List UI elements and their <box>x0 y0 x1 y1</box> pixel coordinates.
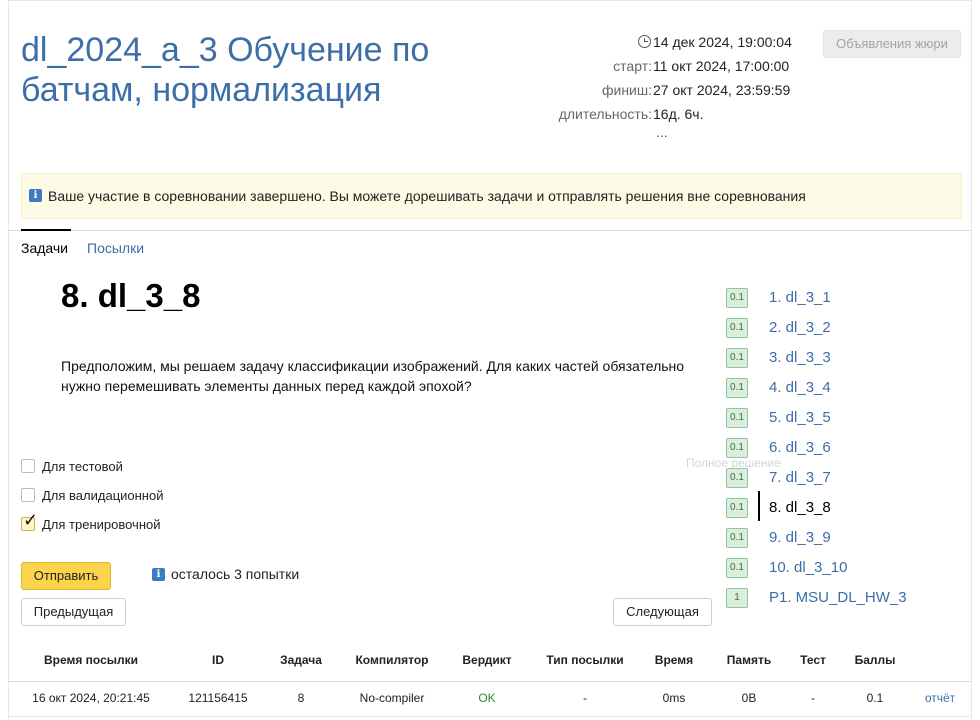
clock-icon <box>638 35 651 48</box>
submission-id: 121156415 <box>188 691 248 705</box>
checkbox-validation[interactable] <box>21 488 35 502</box>
problem-link[interactable]: 2. dl_3_2 <box>769 318 831 338</box>
problem-list-item[interactable]: 0.1 7. dl_3_7 <box>726 468 966 490</box>
score-badge: 0.1 <box>726 558 748 578</box>
current-time-row: 14 дек 2024, 19:00:04 <box>520 32 800 56</box>
submission-problem: 8 <box>297 691 305 705</box>
submission-memory: 0B <box>741 691 757 705</box>
problem-list-item[interactable]: 0.1 6. dl_3_6 <box>726 438 966 460</box>
start-label: старт: <box>613 58 652 74</box>
info-icon: i <box>152 568 165 581</box>
score-badge: 0.1 <box>726 408 748 428</box>
column-header: Время посылки <box>43 653 139 667</box>
tabs-divider <box>8 230 972 231</box>
problem-link[interactable]: 4. dl_3_4 <box>769 378 831 398</box>
column-header: Компилятор <box>355 653 429 667</box>
submission-verdict: OK <box>478 691 496 705</box>
problem-list-item[interactable]: 0.1 9. dl_3_9 <box>726 528 966 550</box>
finish-value: 27 окт 2024, 23:59:59 <box>653 82 791 98</box>
submission-compiler: No-compiler <box>359 691 425 705</box>
current-time: 14 дек 2024, 19:00:04 <box>653 34 792 50</box>
option-label: Для валидационной <box>42 488 164 503</box>
problem-link[interactable]: 3. dl_3_3 <box>769 348 831 368</box>
problem-link[interactable]: 1. dl_3_1 <box>769 288 831 308</box>
table-divider <box>8 716 972 717</box>
problem-link[interactable]: 10. dl_3_10 <box>769 558 847 578</box>
problem-link[interactable]: 6. dl_3_6 <box>769 438 831 458</box>
score-badge: 0.1 <box>726 378 748 398</box>
problem-link[interactable]: P1. MSU_DL_HW_3 <box>769 588 907 608</box>
problem-list-item[interactable]: 0.1 10. dl_3_10 <box>726 558 966 580</box>
next-button[interactable]: Следующая <box>613 598 712 626</box>
problem-link[interactable]: 7. dl_3_7 <box>769 468 831 488</box>
score-badge: 0.1 <box>726 318 748 338</box>
problem-list-item[interactable]: 1 P1. MSU_DL_HW_3 <box>726 588 966 610</box>
tab-tasks[interactable]: Задачи <box>21 240 68 256</box>
tab-submissions[interactable]: Посылки <box>87 240 144 256</box>
score-badge: 0.1 <box>726 468 748 488</box>
checkmark-icon: ✓ <box>23 510 39 531</box>
column-header: ID <box>212 653 224 667</box>
option-label: Для тренировочной <box>42 517 161 532</box>
column-header: Баллы <box>854 653 896 667</box>
duration-value: 16д. 6ч. <box>653 106 704 122</box>
problem-title: 8. dl_3_8 <box>61 277 201 314</box>
start-value: 11 окт 2024, 17:00:00 <box>653 58 790 74</box>
report-link[interactable]: отчёт <box>918 691 962 705</box>
score-badge: 0.1 <box>726 528 748 548</box>
submit-button[interactable]: Отправить <box>21 562 111 590</box>
column-header: Тип посылки <box>546 653 624 667</box>
problem-list-item[interactable]: 0.1 4. dl_3_4 <box>726 378 966 400</box>
column-header: Задача <box>280 653 322 667</box>
table-row: 16 окт 2024, 20:21:45 121156415 8 No-com… <box>8 691 972 707</box>
submissions-table-header: Время посылки ID Задача Компилятор Верди… <box>8 653 972 669</box>
submission-test: - <box>811 691 815 705</box>
score-badge: 1 <box>726 588 748 608</box>
previous-button[interactable]: Предыдущая <box>21 598 126 626</box>
problem-statement: Предположим, мы решаем задачу классифика… <box>61 358 685 394</box>
contest-title: dl_2024_a_3 Обучение по батчам, нормализ… <box>21 31 430 109</box>
problem-link[interactable]: 9. dl_3_9 <box>769 528 831 548</box>
submission-score: 0.1 <box>866 691 884 705</box>
problem-link[interactable]: 8. dl_3_8 <box>769 498 831 518</box>
participation-notice: i Ваше участие в соревновании завершено.… <box>21 173 962 219</box>
score-badge: 0.1 <box>726 348 748 368</box>
meta-more[interactable]: ... <box>656 124 668 140</box>
problem-list-item[interactable]: 0.1 1. dl_3_1 <box>726 288 966 310</box>
finish-row: финиш: 27 окт 2024, 23:59:59 <box>520 80 800 104</box>
column-header: Вердикт <box>462 653 512 667</box>
current-indicator <box>758 491 760 521</box>
active-tab-indicator <box>21 229 71 231</box>
contest-meta: 14 дек 2024, 19:00:04 старт: 11 окт 2024… <box>520 32 800 128</box>
table-divider <box>8 681 972 682</box>
submission-time: 16 окт 2024, 20:21:45 <box>32 691 150 705</box>
checkbox-train[interactable]: ✓ <box>21 512 38 531</box>
notice-text: Ваше участие в соревновании завершено. В… <box>48 188 806 204</box>
submission-run-time: 0ms <box>662 691 686 705</box>
option-label: Для тестовой <box>42 459 123 474</box>
problem-list-item[interactable]: 0.1 3. dl_3_3 <box>726 348 966 370</box>
problem-list-item[interactable]: 0.1 5. dl_3_5 <box>726 408 966 430</box>
column-header: Тест <box>800 653 826 667</box>
problem-list-item-current[interactable]: 0.1 8. dl_3_8 <box>726 491 966 521</box>
start-row: старт: 11 окт 2024, 17:00:00 <box>520 56 800 80</box>
column-header: Память <box>726 653 772 667</box>
score-badge: 0.1 <box>726 288 748 308</box>
column-header: Время <box>654 653 694 667</box>
info-icon: i <box>29 189 42 202</box>
score-badge: 0.1 <box>726 438 748 458</box>
problem-list-item[interactable]: 0.1 2. dl_3_2 <box>726 318 966 340</box>
duration-label: длительность: <box>558 106 652 122</box>
problem-link[interactable]: 5. dl_3_5 <box>769 408 831 428</box>
score-badge: 0.1 <box>726 498 748 518</box>
checkbox-test[interactable] <box>21 459 35 473</box>
finish-label: финиш: <box>601 82 652 98</box>
jury-announcements-button[interactable]: Объявления жюри <box>823 30 961 58</box>
submission-type: - <box>583 691 587 705</box>
attempts-text: осталось 3 попытки <box>171 566 300 582</box>
